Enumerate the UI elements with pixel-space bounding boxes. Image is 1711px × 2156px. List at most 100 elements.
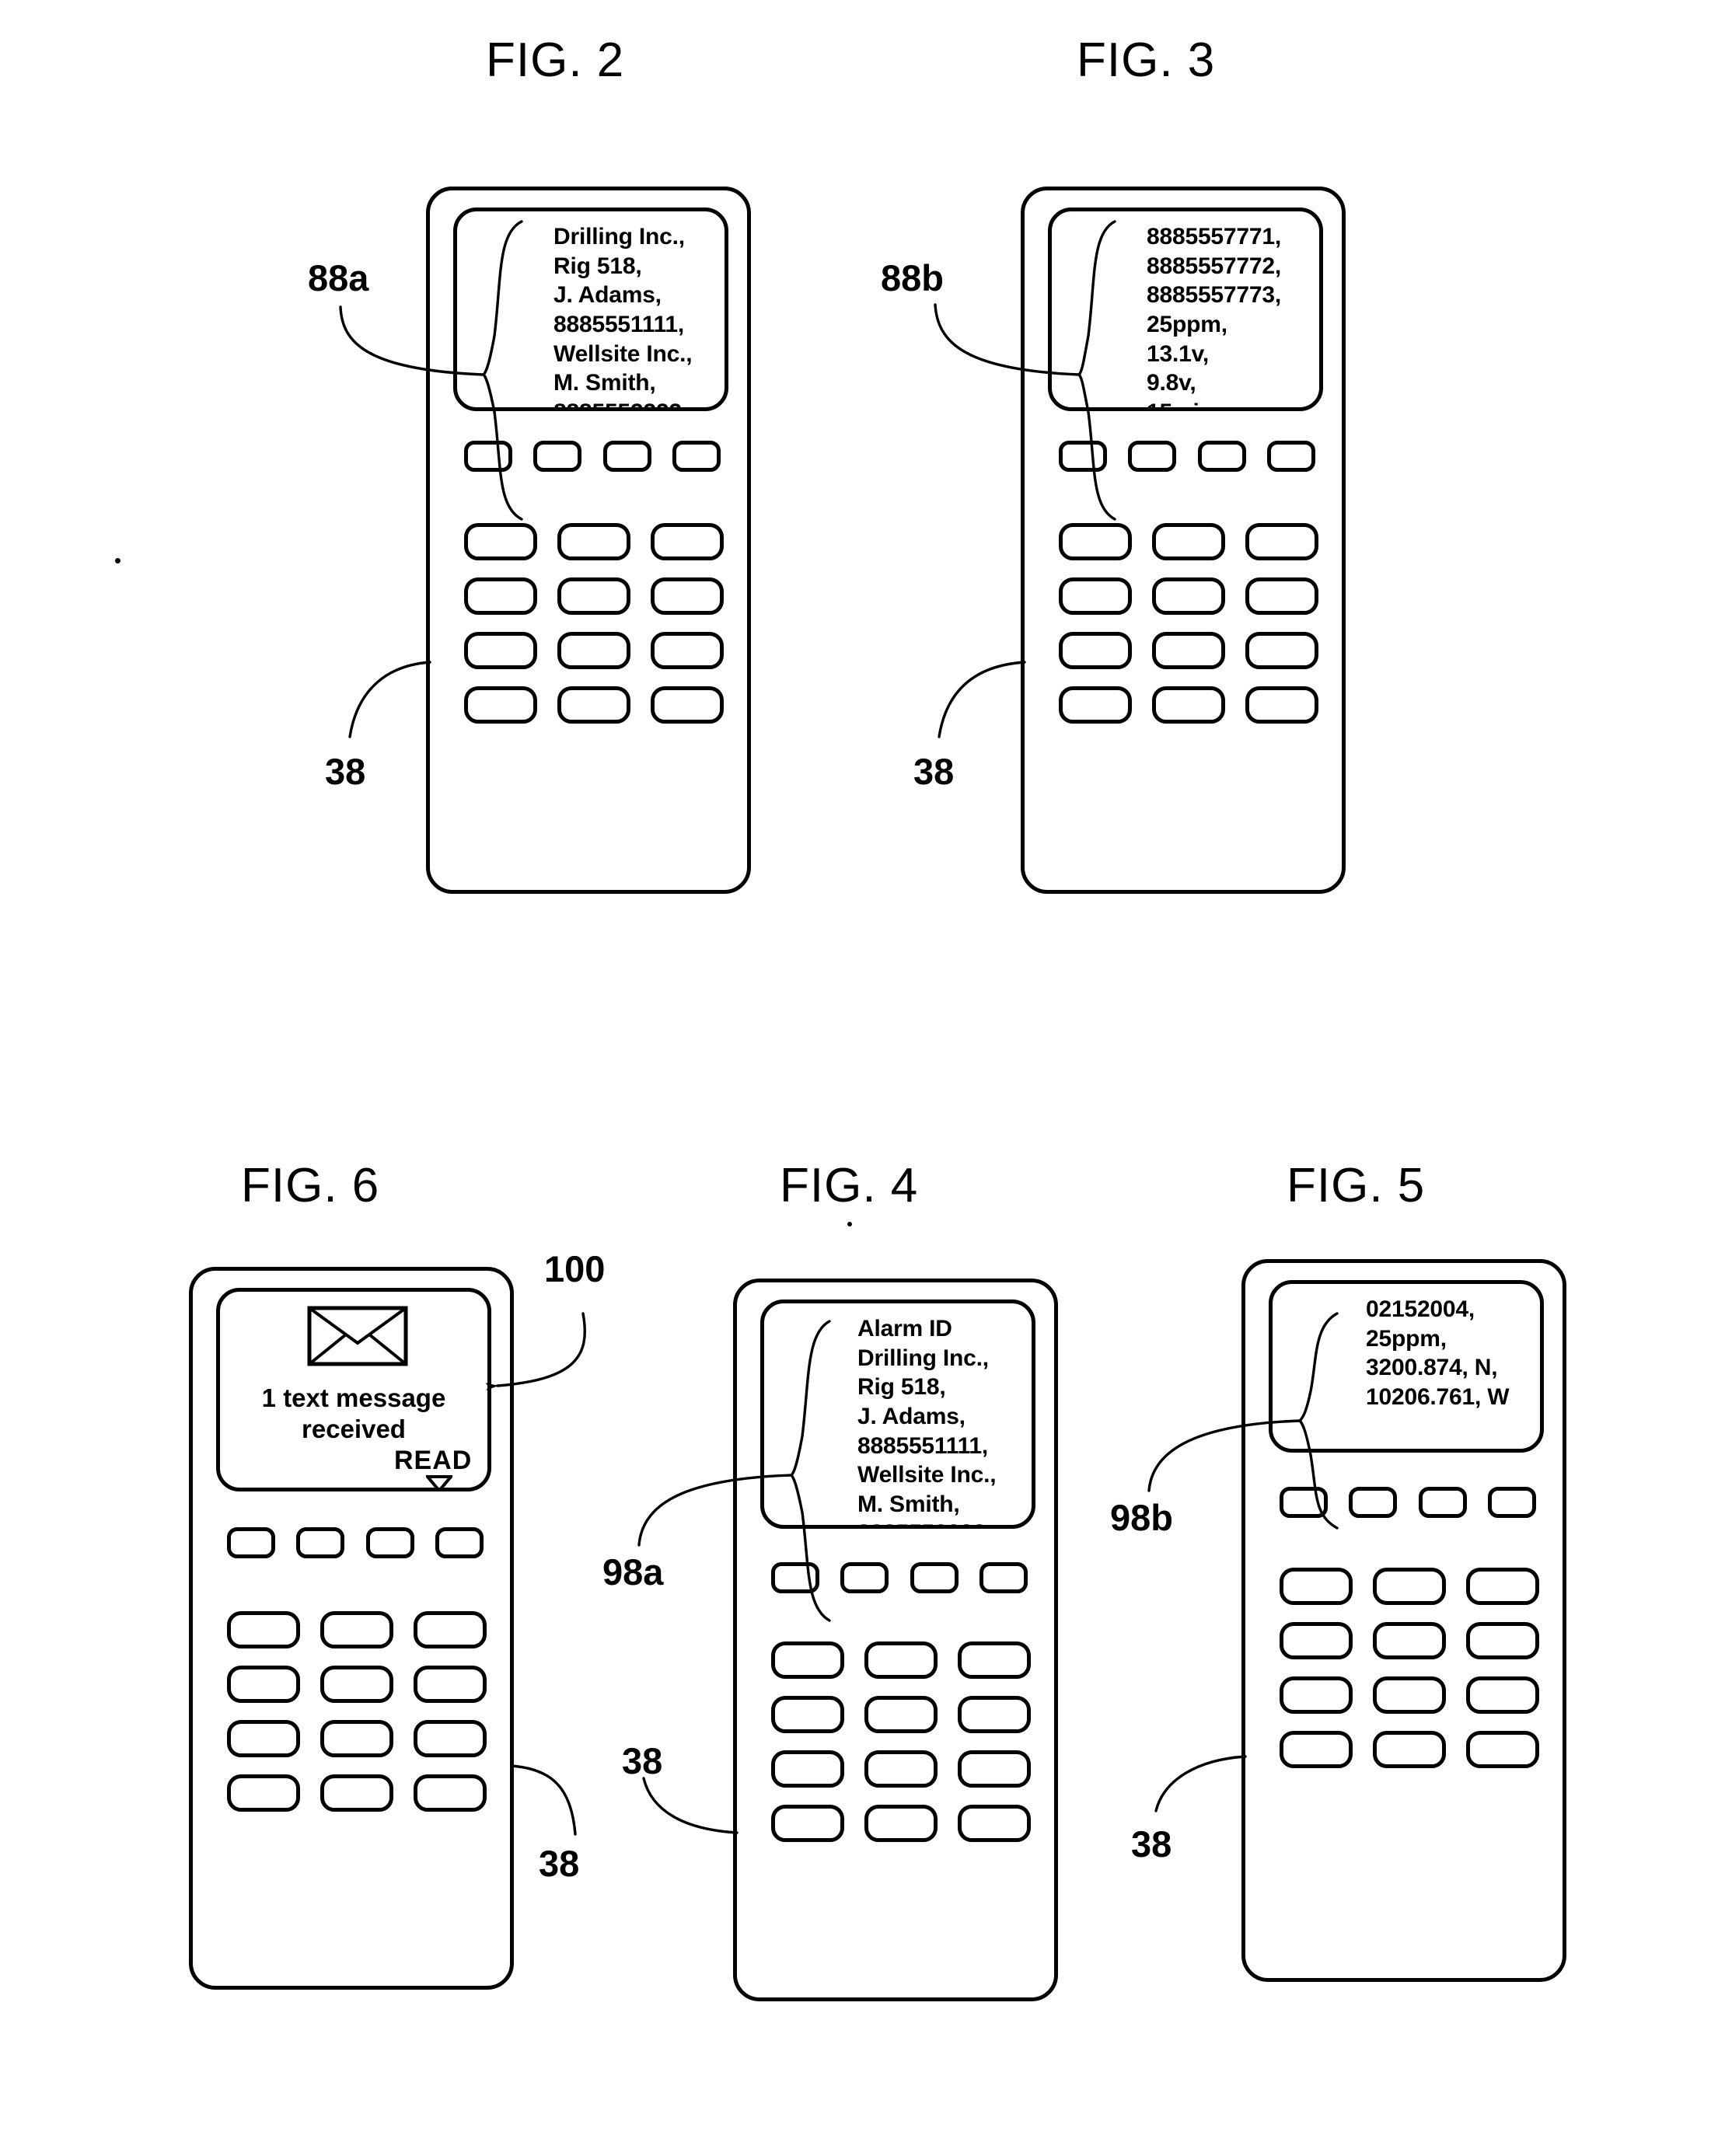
keypad-key[interactable] <box>227 1774 300 1812</box>
keypad-key[interactable] <box>958 1750 1031 1788</box>
soft-key-row-fig3[interactable] <box>1059 441 1315 472</box>
keypad-key[interactable] <box>227 1666 300 1703</box>
keypad-key[interactable] <box>1280 1568 1353 1605</box>
soft-key[interactable] <box>464 441 512 472</box>
soft-key-row-fig4[interactable] <box>771 1562 1028 1593</box>
keypad-key[interactable] <box>320 1774 393 1812</box>
soft-key[interactable] <box>1418 1487 1467 1518</box>
screen-text-fig4: Alarm ID Drilling Inc., Rig 518, J. Adam… <box>857 1316 997 1525</box>
keypad-key[interactable] <box>1059 577 1132 615</box>
soft-key[interactable] <box>296 1527 345 1558</box>
keypad-key[interactable] <box>1245 577 1318 615</box>
keypad-key[interactable] <box>1152 686 1225 724</box>
keypad-key[interactable] <box>1280 1622 1353 1659</box>
keypad-key[interactable] <box>1152 523 1225 560</box>
keypad-key[interactable] <box>1245 632 1318 669</box>
keypad-key[interactable] <box>1373 1731 1446 1768</box>
keypad-key[interactable] <box>864 1641 938 1679</box>
soft-key[interactable] <box>1059 441 1107 472</box>
keypad-key[interactable] <box>464 632 537 669</box>
keypad-key[interactable] <box>1466 1568 1539 1605</box>
soft-key-row-fig5[interactable] <box>1280 1487 1536 1518</box>
device-fig6[interactable]: 1 text message received READ <box>189 1267 514 1990</box>
soft-key-row-fig2[interactable] <box>464 441 721 472</box>
keypad-fig6[interactable] <box>227 1611 487 1812</box>
device-fig4[interactable]: Alarm ID Drilling Inc., Rig 518, J. Adam… <box>733 1279 1058 2001</box>
figure-title-fig5: FIG. 5 <box>1287 1159 1426 1212</box>
keypad-key[interactable] <box>557 577 630 615</box>
keypad-key[interactable] <box>1059 686 1132 724</box>
keypad-key[interactable] <box>414 1611 487 1648</box>
keypad-key[interactable] <box>1245 523 1318 560</box>
keypad-key[interactable] <box>864 1696 938 1733</box>
keypad-key[interactable] <box>864 1750 938 1788</box>
soft-key[interactable] <box>1197 441 1246 472</box>
keypad-key[interactable] <box>651 632 724 669</box>
keypad-key[interactable] <box>1059 523 1132 560</box>
soft-key[interactable] <box>533 441 582 472</box>
keypad-key[interactable] <box>557 523 630 560</box>
device-fig2[interactable]: Drilling Inc., Rig 518, J. Adams, 888555… <box>426 187 751 894</box>
keypad-key[interactable] <box>958 1805 1031 1842</box>
soft-key[interactable] <box>227 1527 275 1558</box>
soft-key[interactable] <box>435 1527 484 1558</box>
keypad-key[interactable] <box>464 577 537 615</box>
keypad-key[interactable] <box>464 686 537 724</box>
keypad-key[interactable] <box>864 1805 938 1842</box>
keypad-key[interactable] <box>1466 1676 1539 1714</box>
keypad-fig4[interactable] <box>771 1641 1031 1842</box>
device-fig3[interactable]: 8885557771, 8885557772, 8885557773, 25pp… <box>1021 187 1346 894</box>
keypad-key[interactable] <box>958 1696 1031 1733</box>
keypad-key[interactable] <box>1466 1731 1539 1768</box>
keypad-key[interactable] <box>227 1611 300 1648</box>
keypad-key[interactable] <box>1373 1676 1446 1714</box>
keypad-key[interactable] <box>771 1750 844 1788</box>
soft-key[interactable] <box>1266 441 1315 472</box>
keypad-key[interactable] <box>414 1666 487 1703</box>
soft-key[interactable] <box>1128 441 1177 472</box>
keypad-key[interactable] <box>320 1720 393 1757</box>
reference-label-38-fig5: 38 <box>1131 1823 1172 1865</box>
soft-key[interactable] <box>979 1562 1028 1593</box>
soft-key[interactable] <box>672 441 721 472</box>
keypad-key[interactable] <box>1280 1731 1353 1768</box>
keypad-key[interactable] <box>1059 632 1132 669</box>
keypad-key[interactable] <box>557 632 630 669</box>
keypad-key[interactable] <box>1245 686 1318 724</box>
keypad-key[interactable] <box>1373 1622 1446 1659</box>
device-fig5[interactable]: 02152004, 25ppm, 3200.874, N, 10206.761,… <box>1241 1259 1566 1982</box>
keypad-key[interactable] <box>651 577 724 615</box>
keypad-key[interactable] <box>651 523 724 560</box>
keypad-key[interactable] <box>1152 632 1225 669</box>
keypad-fig3[interactable] <box>1059 523 1318 724</box>
keypad-key[interactable] <box>414 1720 487 1757</box>
keypad-key[interactable] <box>1466 1622 1539 1659</box>
keypad-key[interactable] <box>464 523 537 560</box>
soft-key[interactable] <box>602 441 651 472</box>
keypad-key[interactable] <box>771 1696 844 1733</box>
keypad-fig2[interactable] <box>464 523 724 724</box>
keypad-key[interactable] <box>1152 577 1225 615</box>
keypad-key[interactable] <box>771 1805 844 1842</box>
keypad-fig5[interactable] <box>1280 1568 1539 1768</box>
soft-key[interactable] <box>1280 1487 1328 1518</box>
keypad-key[interactable] <box>958 1641 1031 1679</box>
soft-key[interactable] <box>840 1562 889 1593</box>
soft-key[interactable] <box>1487 1487 1536 1518</box>
soft-key[interactable] <box>365 1527 414 1558</box>
read-softkey-label[interactable]: READ <box>394 1446 472 1476</box>
keypad-key[interactable] <box>557 686 630 724</box>
keypad-key[interactable] <box>1280 1676 1353 1714</box>
keypad-key[interactable] <box>651 686 724 724</box>
keypad-key[interactable] <box>227 1720 300 1757</box>
keypad-key[interactable] <box>414 1774 487 1812</box>
soft-key[interactable] <box>1349 1487 1398 1518</box>
soft-key[interactable] <box>910 1562 959 1593</box>
keypad-key[interactable] <box>1373 1568 1446 1605</box>
keypad-key[interactable] <box>320 1611 393 1648</box>
soft-key-row-fig6[interactable] <box>227 1527 484 1558</box>
keypad-key[interactable] <box>771 1641 844 1679</box>
message-received-line: received <box>302 1415 406 1443</box>
soft-key[interactable] <box>771 1562 819 1593</box>
keypad-key[interactable] <box>320 1666 393 1703</box>
